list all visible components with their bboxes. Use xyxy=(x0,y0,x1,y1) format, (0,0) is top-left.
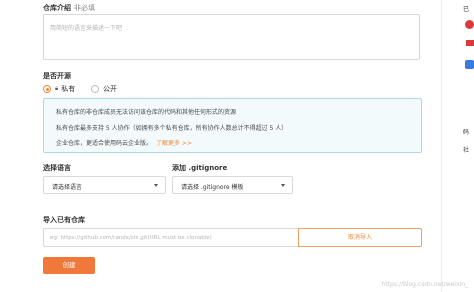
side-avatar-icon xyxy=(465,20,474,29)
import-url-placeholder: eg: https://github.com/randx/six.git(URL… xyxy=(50,235,212,241)
lock-icon: 🔒︎ xyxy=(55,85,59,92)
visibility-label: 是否开源 xyxy=(43,72,71,80)
cancel-import-button[interactable]: 取消导入 xyxy=(298,228,422,247)
side-text-2: 码 xyxy=(463,129,470,136)
info-line-1: 私有仓库的非仓库成员无法访问该仓库的代码和其他任何形式的资源 xyxy=(56,109,237,116)
import-url-input[interactable]: eg: https://github.com/randx/six.git(URL… xyxy=(43,228,298,247)
description-label: 仓库介绍 非必填 xyxy=(43,3,95,13)
info-line-3-text: 企业仓库，更适合使用码云企业版。 xyxy=(56,140,153,147)
watermark: https://blog.csdn.net/weixin_ xyxy=(381,281,468,288)
chevron-down-icon xyxy=(154,184,158,187)
radio-public-dot xyxy=(91,85,99,93)
info-line-3: 企业仓库，更适合使用码云企业版。 了解更多 >> xyxy=(56,138,192,147)
language-select[interactable]: 请选择语言 xyxy=(43,176,166,194)
optional-hint: 非必填 xyxy=(74,4,95,12)
side-text-1: 已 xyxy=(463,6,470,13)
language-select-value: 请选择语言 xyxy=(52,184,83,191)
gitignore-select[interactable]: 请选择 .gitignore 模板 xyxy=(172,176,293,194)
radio-public-label: 公开 xyxy=(103,85,117,93)
radio-public[interactable]: 公开 xyxy=(91,84,117,94)
description-placeholder: 用简短的语言来描述一下吧 xyxy=(50,25,123,32)
side-divider xyxy=(441,0,442,292)
chevron-down-icon xyxy=(281,184,285,187)
gitignore-label: 添加 .gitignore xyxy=(172,164,228,172)
description-label-text: 仓库介绍 xyxy=(43,4,71,12)
radio-private-label: 私有 xyxy=(61,85,76,93)
side-logo-icon xyxy=(465,60,474,69)
info-line-2: 私有仓库最多支持 5 人协作（如拥有多个私有仓库，所有协作人数总计不得超过 5 … xyxy=(56,125,288,132)
visibility-info-box: 私有仓库的非仓库成员无法访问该仓库的代码和其他任何形式的资源 私有仓库最多支持 … xyxy=(43,98,422,153)
side-text-3: 社 xyxy=(463,147,470,154)
gitignore-select-value: 请选择 .gitignore 模板 xyxy=(181,184,244,191)
import-label: 导入已有仓库 xyxy=(43,216,85,224)
radio-private[interactable]: 🔒︎ 私有 xyxy=(43,84,75,94)
side-flag-icon xyxy=(466,40,474,46)
create-button[interactable]: 创建 xyxy=(43,257,95,274)
radio-private-dot xyxy=(43,85,51,93)
description-textarea[interactable]: 用简短的语言来描述一下吧 xyxy=(43,14,420,60)
language-label: 选择语言 xyxy=(43,164,71,172)
learn-more-link[interactable]: 了解更多 >> xyxy=(156,140,192,147)
